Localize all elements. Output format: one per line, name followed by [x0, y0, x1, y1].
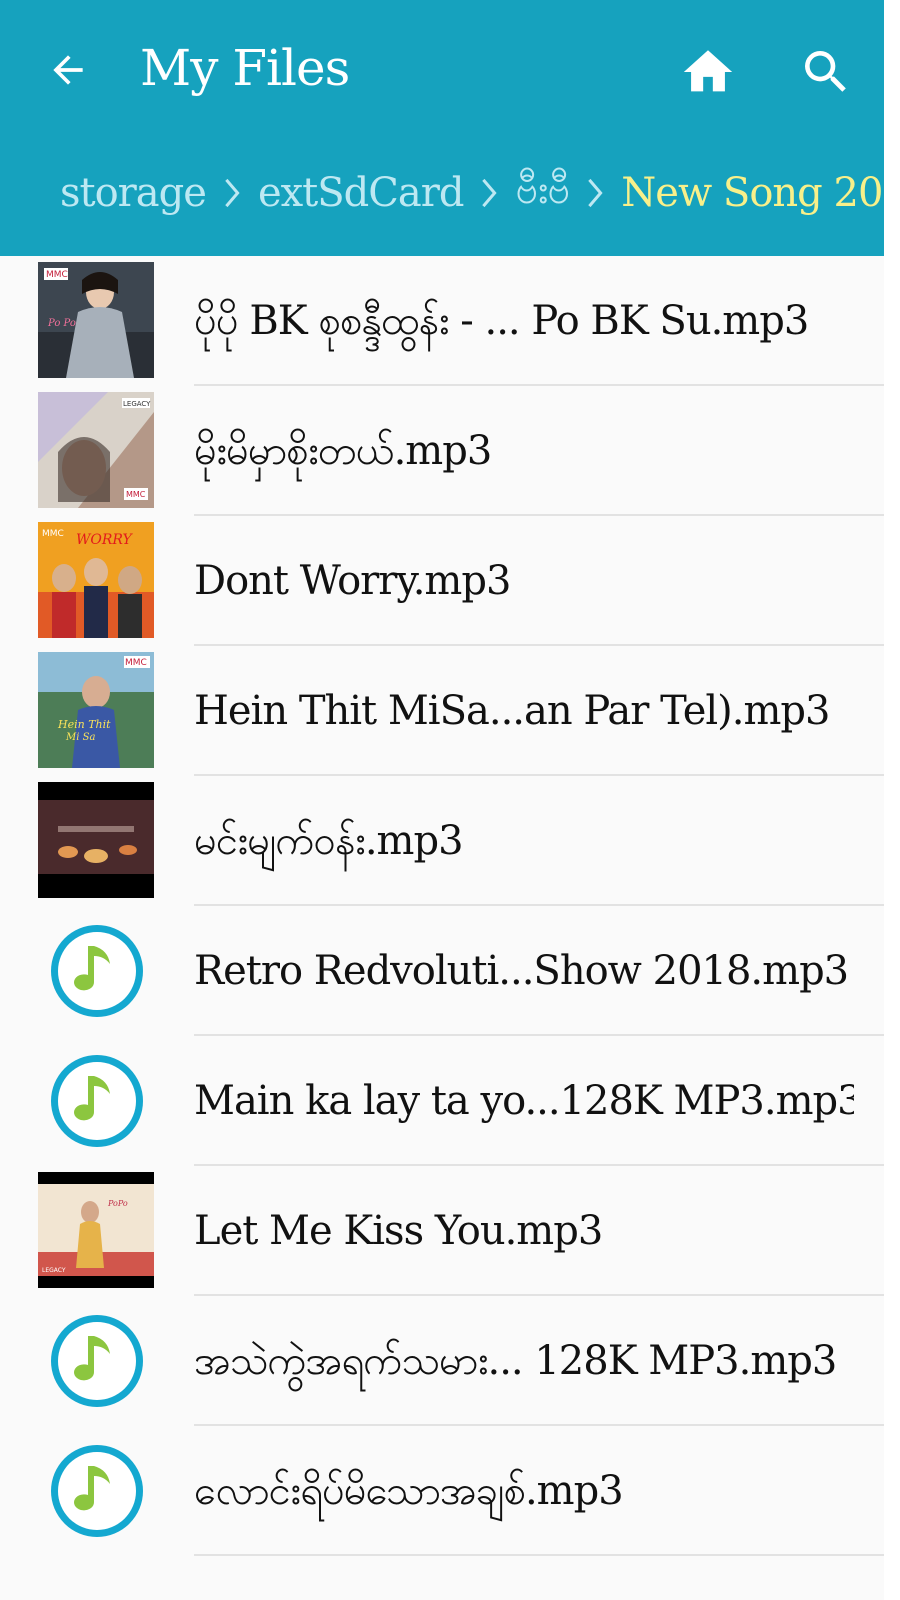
file-name: Main ka lay ta yo...128K MP3.mp3	[194, 1078, 854, 1124]
album-art-thumbnail: WORRY MMC	[38, 522, 154, 638]
list-item[interactable]: လောင်းရိပ်မိသောအချစ်.mp3	[0, 1426, 884, 1556]
file-name: အသဲကွဲအရက်သမား... 128K MP3.mp3	[194, 1338, 837, 1384]
list-item[interactable]: Main ka lay ta yo...128K MP3.mp3	[0, 1036, 884, 1166]
music-note-icon	[51, 1445, 143, 1537]
svg-text:LEGACY: LEGACY	[123, 400, 151, 408]
list-item[interactable]: WORRY MMC Dont Worry.mp3	[0, 516, 884, 646]
album-art-thumbnail: PoPo LEGACY	[38, 1172, 154, 1288]
svg-text:WORRY: WORRY	[76, 532, 134, 548]
list-item[interactable]: MMC Po Po ပိုပို BK စုစန္ဒီထွန်း - ... P…	[0, 256, 884, 386]
page-title: My Files	[140, 39, 350, 97]
list-item[interactable]: LEGACY MMC မိုးမိမှာစိုးတယ်.mp3	[0, 386, 884, 516]
file-list: MMC Po Po ပိုပို BK စုစန္ဒီထွန်း - ... P…	[0, 256, 884, 1556]
file-name: လောင်းရိပ်မိသောအချစ်.mp3	[194, 1468, 623, 1514]
chevron-right-icon	[569, 163, 621, 223]
breadcrumb-item-current[interactable]: New Song 2018	[621, 170, 900, 216]
album-art-thumbnail: MMC Hein Thit Mi Sa	[38, 652, 154, 768]
breadcrumb-item-folder[interactable]: ဗီးဗီ	[515, 164, 570, 223]
music-note-icon	[51, 1055, 143, 1147]
svg-text:Po Po: Po Po	[47, 318, 76, 329]
home-button[interactable]	[672, 36, 744, 108]
chevron-right-icon	[463, 163, 515, 223]
album-art-thumbnail	[38, 782, 154, 898]
list-item[interactable]: Retro Redvoluti...Show 2018.mp3	[0, 906, 884, 1036]
file-name: Let Me Kiss You.mp3	[194, 1208, 603, 1254]
file-name: Hein Thit MiSa...an Par Tel).mp3	[194, 688, 830, 734]
file-name: Dont Worry.mp3	[194, 558, 511, 604]
svg-text:MMC: MMC	[46, 270, 68, 280]
back-button[interactable]	[36, 38, 100, 102]
divider	[194, 1554, 884, 1556]
svg-text:Hein Thit: Hein Thit	[57, 718, 111, 731]
music-note-icon	[51, 925, 143, 1017]
svg-text:MMC: MMC	[125, 658, 147, 668]
search-button[interactable]	[790, 36, 862, 108]
list-item[interactable]: အသဲကွဲအရက်သမား... 128K MP3.mp3	[0, 1296, 884, 1426]
search-icon	[805, 51, 846, 92]
file-name: ပိုပို BK စုစန္ဒီထွန်း - ... Po BK Su.mp…	[194, 298, 809, 344]
file-name: မိုးမိမှာစိုးတယ်.mp3	[194, 428, 492, 474]
app-bar: My Files storage extSdCard ဗီးဗီ New Son…	[0, 0, 900, 256]
file-name: မင်းမျက်ဝန်း.mp3	[194, 818, 463, 864]
album-art-thumbnail: MMC Po Po	[38, 262, 154, 378]
breadcrumb-item-storage[interactable]: storage	[60, 170, 207, 216]
edge-strip	[884, 0, 900, 1600]
home-icon	[683, 50, 733, 92]
file-name: Retro Redvoluti...Show 2018.mp3	[194, 948, 849, 994]
svg-text:MMC: MMC	[42, 529, 64, 539]
svg-text:LEGACY: LEGACY	[42, 1267, 66, 1274]
chevron-right-icon	[206, 163, 258, 223]
music-note-icon	[51, 1315, 143, 1407]
svg-text:Mi Sa: Mi Sa	[65, 732, 95, 743]
list-item[interactable]: MMC Hein Thit Mi Sa Hein Thit MiSa...an …	[0, 646, 884, 776]
breadcrumb: storage extSdCard ဗီးဗီ New Song 2018	[60, 158, 900, 228]
album-art-thumbnail: LEGACY MMC	[38, 392, 154, 508]
arrow-back-icon	[53, 55, 83, 85]
list-item[interactable]: မင်းမျက်ဝန်း.mp3	[0, 776, 884, 906]
list-item[interactable]: PoPo LEGACY Let Me Kiss You.mp3	[0, 1166, 884, 1296]
breadcrumb-item-extsdcard[interactable]: extSdCard	[258, 170, 464, 216]
svg-text:PoPo: PoPo	[107, 1199, 128, 1208]
svg-text:MMC: MMC	[126, 490, 146, 499]
